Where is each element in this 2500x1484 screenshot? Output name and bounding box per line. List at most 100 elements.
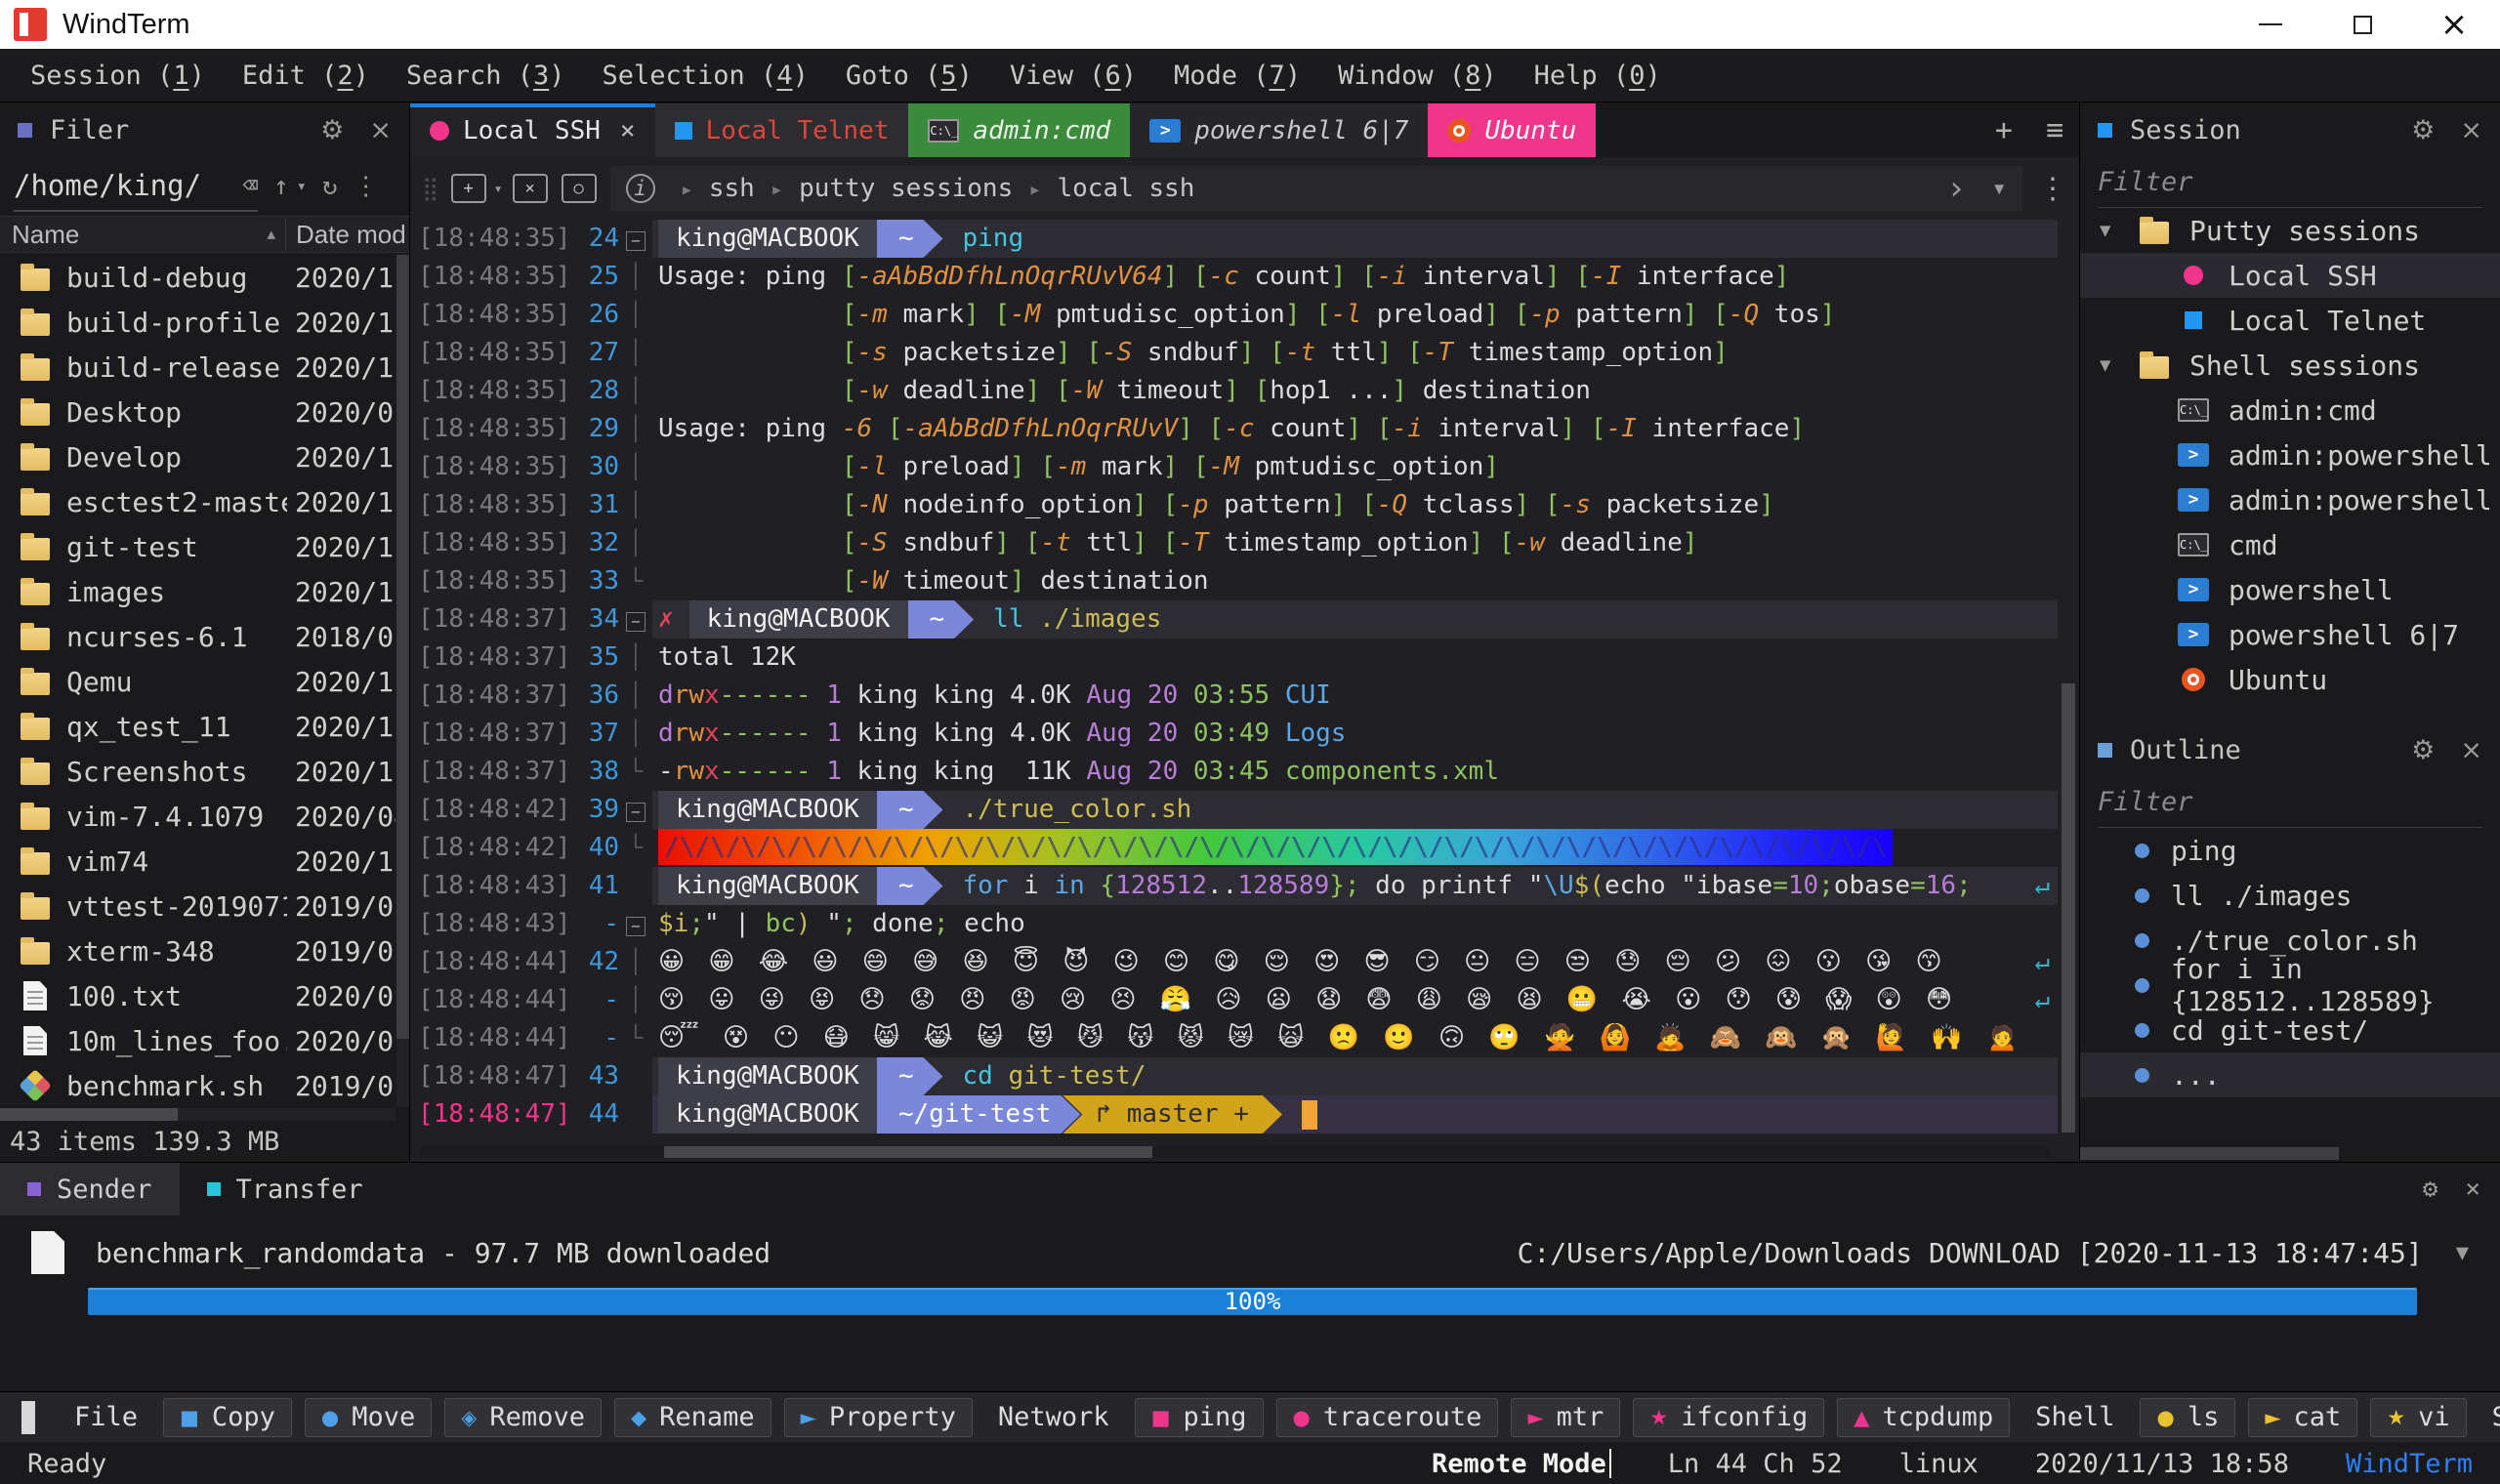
file-row[interactable]: xterm-3482019/08/ — [0, 928, 396, 973]
transfer-close-icon[interactable]: × — [2465, 1175, 2480, 1204]
file-row[interactable]: vim-7.4.10792020/04/ — [0, 794, 396, 839]
menu-item-help[interactable]: Help (0) — [1516, 61, 1680, 91]
filer-horizontal-scrollbar[interactable] — [0, 1108, 396, 1121]
column-name[interactable]: Name ▴ — [0, 220, 285, 250]
expander-icon[interactable]: ▼ — [2100, 354, 2135, 376]
toolbar-button-rename[interactable]: ◆Rename — [614, 1398, 771, 1437]
file-row[interactable]: images2020/11/ — [0, 569, 396, 614]
breadcrumb-item[interactable]: ssh — [709, 174, 755, 203]
transfer-dropdown-icon[interactable]: ▼ — [2456, 1241, 2469, 1265]
refresh-icon[interactable]: ↻ — [322, 172, 338, 201]
session-settings-icon[interactable]: ⚙ — [2411, 115, 2435, 145]
filer-close-icon[interactable]: × — [369, 115, 392, 145]
menu-item-window[interactable]: Window (8) — [1319, 61, 1516, 91]
status-brand[interactable]: WindTerm — [2346, 1449, 2473, 1479]
terminal-horizontal-scrollbar[interactable] — [420, 1146, 2050, 1158]
menu-item-goto[interactable]: Goto (5) — [827, 61, 991, 91]
tree-item-powershell[interactable]: >powershell — [2080, 567, 2500, 612]
expander-icon[interactable]: ▼ — [2100, 220, 2135, 241]
session-close-icon[interactable]: × — [2460, 115, 2482, 145]
file-row[interactable]: Desktop2020/06/ — [0, 390, 396, 434]
tree-item-admin-powershell[interactable]: >admin:powershell — [2080, 433, 2500, 477]
file-row[interactable]: build-profile2020/11/ — [0, 300, 396, 345]
menu-item-edit[interactable]: Edit (2) — [224, 61, 388, 91]
duplicate-session-icon[interactable]: ○ — [562, 174, 597, 203]
filer-menu-icon[interactable]: ⋮ — [354, 172, 379, 201]
file-row[interactable]: build-release2020/11/ — [0, 345, 396, 390]
tree-folder-putty-sessions[interactable]: ▼Putty sessions — [2080, 208, 2500, 253]
tree-item-ubuntu[interactable]: Ubuntu — [2080, 657, 2500, 702]
fold-toggle-icon[interactable]: − — [626, 803, 646, 822]
tab-close-icon[interactable]: × — [620, 116, 636, 145]
outline-item[interactable]: ping — [2080, 828, 2500, 873]
tab-powershell-6-7[interactable]: >powershell 6|7 — [1130, 103, 1428, 157]
filer-settings-icon[interactable]: ⚙ — [320, 115, 344, 145]
file-row[interactable]: vim742020/10/ — [0, 839, 396, 884]
file-row[interactable]: esctest2-master2020/10/ — [0, 479, 396, 524]
status-mode[interactable]: Remote Mode — [1432, 1449, 1611, 1479]
toolbar-button-mtr[interactable]: ►mtr — [1511, 1398, 1620, 1437]
tree-item-cmd[interactable]: C:\_cmd — [2080, 522, 2500, 567]
parent-dir-icon[interactable]: ↑ — [273, 172, 289, 201]
file-row[interactable]: build-debug2020/11/ — [0, 255, 396, 300]
tab-local-telnet[interactable]: Local Telnet — [655, 103, 909, 157]
address-breadcrumb-bar[interactable]: i ▸ssh▸putty sessions▸local ssh › ▾ — [610, 166, 2022, 211]
new-session-dropdown-icon[interactable]: ▾ — [494, 180, 503, 197]
clear-path-icon[interactable]: ⌫ — [242, 171, 258, 200]
new-session-icon[interactable]: + — [451, 174, 486, 203]
tree-item-powershell-6-7[interactable]: >powershell 6|7 — [2080, 612, 2500, 657]
tree-folder-shell-sessions[interactable]: ▼Shell sessions — [2080, 343, 2500, 388]
file-row[interactable]: 10m_lines_foo.t…2020/05/ — [0, 1018, 396, 1063]
toolbar-button-ls[interactable]: ●ls — [2140, 1398, 2235, 1437]
column-date-modified[interactable]: Date mod — [285, 220, 409, 250]
filer-vertical-scrollbar[interactable] — [396, 255, 409, 1107]
toolbar-button-vi[interactable]: ★vi — [2370, 1398, 2466, 1437]
tab-local-ssh[interactable]: Local SSH× — [410, 103, 655, 157]
exit-door-icon[interactable] — [21, 1401, 35, 1434]
toolbar-button-property[interactable]: ►Property — [784, 1398, 973, 1437]
toolbar-button-copy[interactable]: ■Copy — [163, 1398, 292, 1437]
breadcrumb-item[interactable]: putty sessions — [799, 174, 1013, 203]
fold-toggle-icon[interactable]: − — [626, 917, 646, 936]
tab-admin-cmd[interactable]: C:\_admin:cmd — [908, 103, 1130, 157]
outline-item[interactable]: ... — [2080, 1052, 2500, 1097]
toolbar-button-move[interactable]: ●Move — [305, 1398, 432, 1437]
tree-item-local-telnet[interactable]: Local Telnet — [2080, 298, 2500, 343]
file-row[interactable]: benchmark.sh2019/08/ — [0, 1063, 396, 1107]
path-input[interactable]: /home/king/ ⌫ — [14, 161, 258, 212]
file-row[interactable]: 100.txt2020/09/ — [0, 973, 396, 1018]
toolbar-button-cat[interactable]: ►cat — [2248, 1398, 2357, 1437]
file-row[interactable]: ncurses-6.12018/01/ — [0, 614, 396, 659]
close-session-icon[interactable]: × — [513, 174, 548, 203]
tree-item-local-ssh[interactable]: Local SSH — [2080, 253, 2500, 298]
file-row[interactable]: Develop2020/11/ — [0, 434, 396, 479]
transfer-tab-sender[interactable]: Sender — [0, 1163, 180, 1216]
file-row[interactable]: vttest-201907102019/07/ — [0, 884, 396, 928]
outline-settings-icon[interactable]: ⚙ — [2411, 735, 2435, 765]
toolbar-button-traceroute[interactable]: ●traceroute — [1276, 1398, 1499, 1437]
fold-toggle-icon[interactable]: − — [626, 231, 646, 251]
breadcrumb-item[interactable]: local ssh — [1057, 174, 1194, 203]
drag-handle-icon[interactable]: ⣿ — [422, 175, 439, 202]
toolbar-button-remove[interactable]: ◈Remove — [444, 1398, 602, 1437]
breadcrumb-chevron-icon[interactable]: › — [1946, 169, 1966, 208]
breadcrumb-dropdown-icon[interactable]: ▾ — [1991, 174, 2007, 203]
terminal-output[interactable]: [18:48:35]24−king@MACBOOK~ping[18:48:35]… — [410, 220, 2058, 1140]
toolbar-button-ifconfig[interactable]: ★ifconfig — [1633, 1398, 1824, 1437]
status-cursor-position[interactable]: Ln 44 Ch 52 — [1668, 1449, 1843, 1479]
menu-item-view[interactable]: View (6) — [991, 61, 1155, 91]
tree-item-admin-cmd[interactable]: C:\_admin:cmd — [2080, 388, 2500, 433]
session-filter-input[interactable]: Filter — [2098, 157, 2482, 208]
tree-item-admin-powershell-6-7[interactable]: >admin:powershell 6|7 — [2080, 477, 2500, 522]
tab-ubuntu[interactable]: Ubuntu — [1428, 103, 1596, 157]
maximize-button[interactable] — [2316, 0, 2408, 49]
file-row[interactable]: qx_test_112020/11/ — [0, 704, 396, 749]
menu-item-mode[interactable]: Mode (7) — [1155, 61, 1319, 91]
fold-toggle-icon[interactable]: − — [626, 612, 646, 632]
transfer-settings-icon[interactable]: ⚙ — [2423, 1175, 2438, 1204]
outline-item[interactable]: for i in {128512..128589} — [2080, 963, 2500, 1008]
toolbar-button-tcpdump[interactable]: ▲tcpdump — [1837, 1398, 2010, 1437]
tab-list-icon[interactable]: ≡ — [2046, 113, 2063, 147]
toolbar-button-ping[interactable]: ■ping — [1135, 1398, 1264, 1437]
menu-item-selection[interactable]: Selection (4) — [584, 61, 827, 91]
